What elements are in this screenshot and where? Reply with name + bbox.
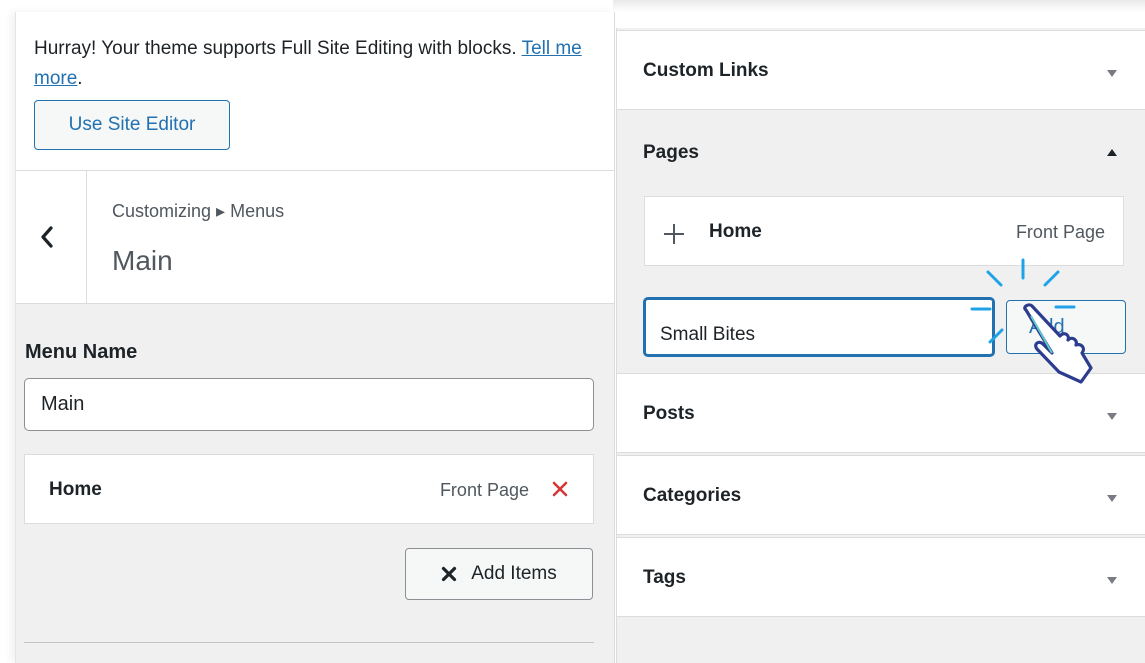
notice-text: Hurray! Your theme supports Full Site Ed… xyxy=(34,34,594,94)
plus-icon xyxy=(664,224,684,244)
triangle-down-icon xyxy=(1107,495,1117,502)
top-strip xyxy=(613,0,1145,12)
new-page-title-input[interactable] xyxy=(644,298,994,356)
menu-item-title: Home xyxy=(49,479,102,500)
close-icon xyxy=(442,566,457,582)
section-label: Custom Links xyxy=(643,60,769,81)
back-button[interactable] xyxy=(16,171,87,303)
section-tags[interactable]: Tags xyxy=(617,537,1145,617)
section-label[interactable]: Pages xyxy=(643,142,699,164)
triangle-down-icon xyxy=(1107,413,1117,420)
menu-name-label: Menu Name xyxy=(25,341,138,363)
menu-item-type: Front Page xyxy=(439,480,529,500)
section-label: Posts xyxy=(643,403,695,424)
remove-menu-item-button[interactable] xyxy=(551,477,571,501)
page-item-title: Home xyxy=(709,221,762,242)
menu-item-home[interactable]: Home Front Page xyxy=(24,454,594,524)
hand-pointer-icon xyxy=(970,258,1093,384)
close-icon xyxy=(552,481,568,497)
section-label: Categories xyxy=(643,485,742,506)
page-item-type: Front Page xyxy=(1015,222,1105,242)
panel-header: Customizing ▸ Menus Main xyxy=(16,171,614,304)
menu-name-input[interactable] xyxy=(24,378,594,431)
section-categories[interactable]: Categories xyxy=(617,455,1145,535)
breadcrumb: Customizing ▸ Menus xyxy=(112,201,285,221)
notice-message: Hurray! Your theme supports Full Site Ed… xyxy=(34,38,517,59)
section-label: Tags xyxy=(643,567,686,588)
triangle-up-icon[interactable] xyxy=(1106,148,1118,158)
page-title: Main xyxy=(112,245,173,276)
chevron-left-icon xyxy=(41,226,53,248)
add-items-button[interactable]: Add Items xyxy=(405,548,593,600)
use-site-editor-button[interactable]: Use Site Editor xyxy=(34,100,230,150)
add-items-label: Add Items xyxy=(471,563,557,584)
section-custom-links[interactable]: Custom Links xyxy=(617,30,1145,110)
customizer-sidebar: Hurray! Your theme supports Full Site Ed… xyxy=(15,12,615,663)
divider xyxy=(24,642,594,643)
triangle-down-icon xyxy=(1107,577,1117,584)
triangle-down-icon xyxy=(1107,70,1117,77)
notice-trailing: . xyxy=(77,68,83,89)
fse-notice: Hurray! Your theme supports Full Site Ed… xyxy=(16,12,614,171)
